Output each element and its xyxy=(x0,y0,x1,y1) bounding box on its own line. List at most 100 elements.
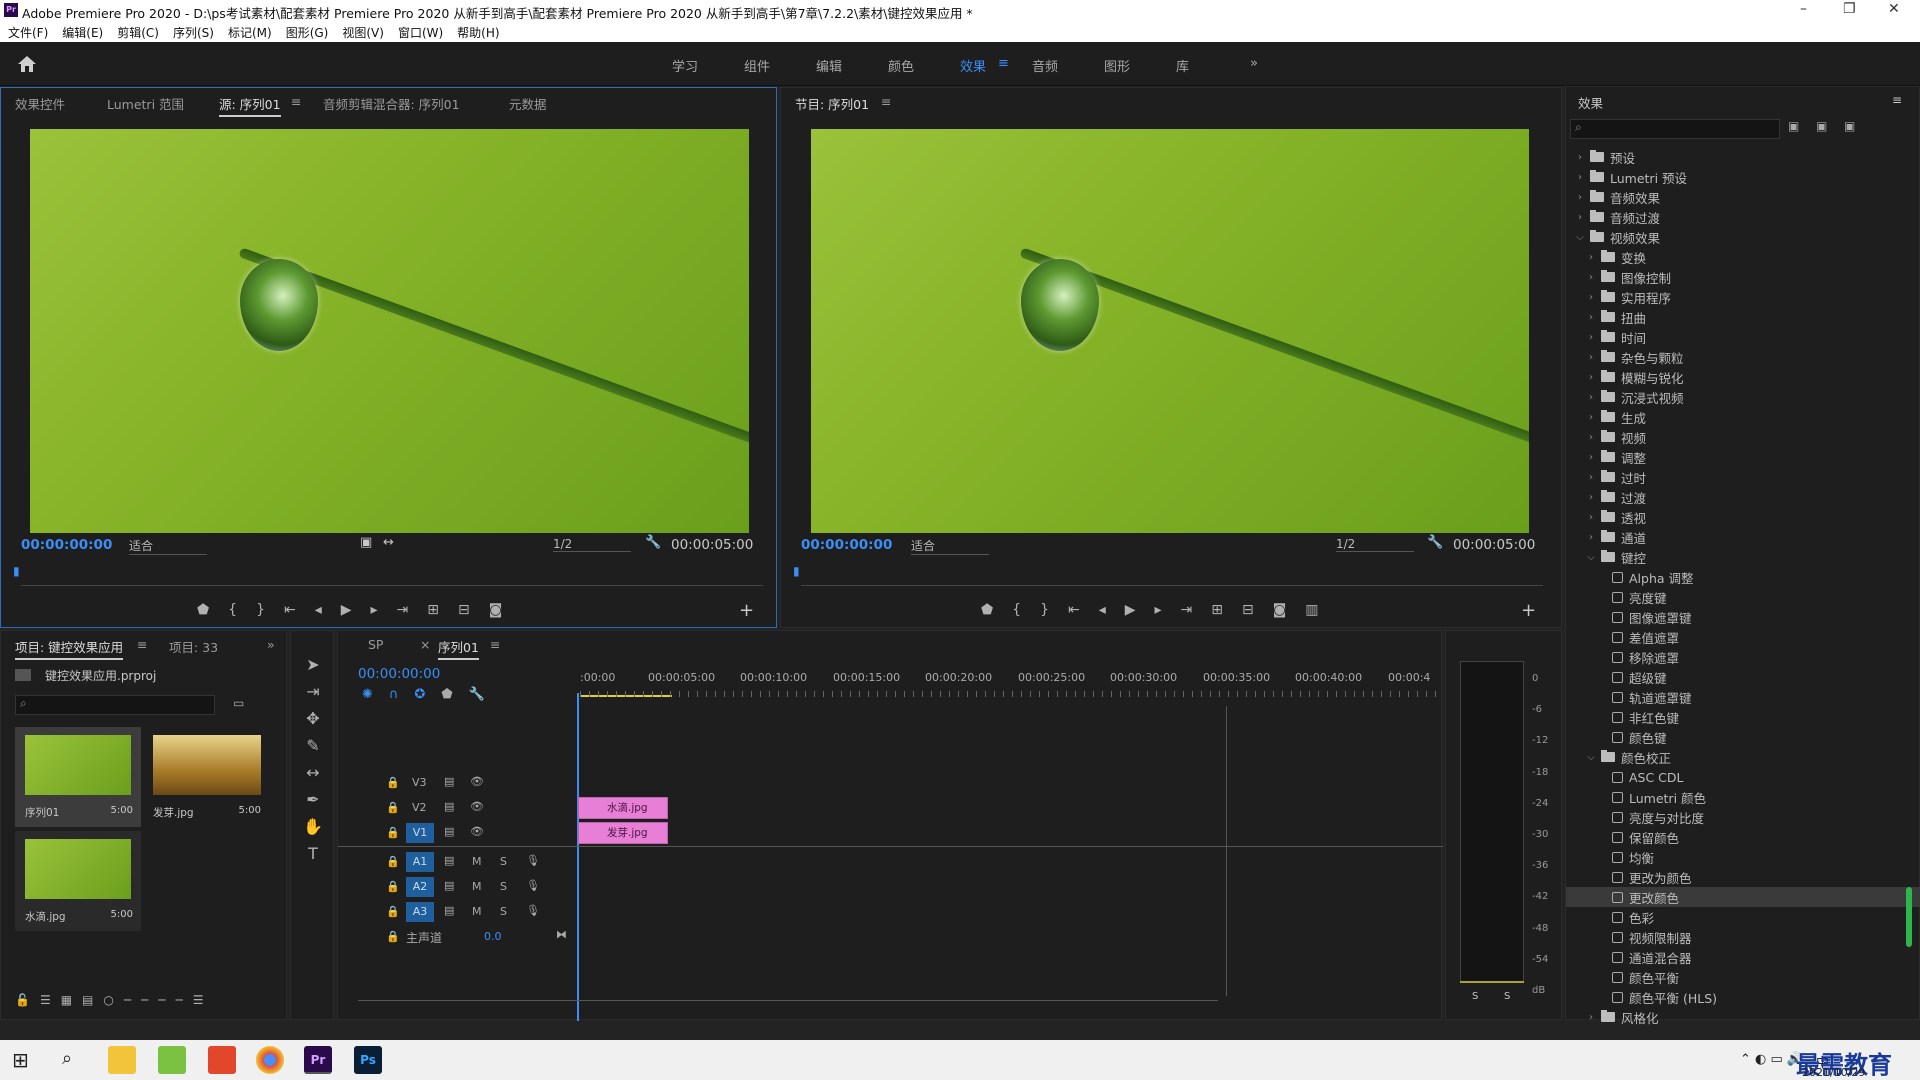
new-bin-icon[interactable]: ▭ xyxy=(233,696,244,710)
program-tab-menu-icon[interactable]: ≡ xyxy=(881,94,891,109)
workspace-libraries[interactable]: 库 xyxy=(1176,56,1189,75)
timeline-vertical-scrollbar[interactable] xyxy=(1226,706,1227,996)
effects-tree-item[interactable]: 差值遮罩 xyxy=(1566,627,1920,647)
program-playhead-icon[interactable]: ▮ xyxy=(793,564,800,578)
effects-tree-item[interactable]: Alpha 调整 xyxy=(1566,567,1920,587)
chevron-down-icon[interactable]: ⌵ xyxy=(1585,752,1597,763)
project-view-controls[interactable]: 🔓☰▦▤○────☰ xyxy=(15,993,214,1007)
effects-tree-item[interactable]: › 视频 xyxy=(1566,427,1920,447)
32bit-effects-icon[interactable]: ▣ xyxy=(1816,119,1827,133)
tab-source[interactable]: 源: 序列01 xyxy=(219,94,281,117)
meter-solo-right[interactable]: S xyxy=(1504,991,1510,1002)
menu-marker[interactable]: 标记(M) xyxy=(228,24,272,41)
effects-tree-item[interactable]: 亮度与对比度 xyxy=(1566,807,1920,827)
tab-timeline-sequence[interactable]: 序列01 xyxy=(438,637,479,660)
effects-tree-item[interactable]: › 杂色与颗粒 xyxy=(1566,347,1920,367)
effects-tree-item[interactable]: › 透视 xyxy=(1566,507,1920,527)
office-icon[interactable] xyxy=(208,1046,236,1074)
yuv-effects-icon[interactable]: ▣ xyxy=(1844,119,1855,133)
source-timecode[interactable]: 00:00:00:00 xyxy=(21,537,112,553)
chevron-right-icon[interactable]: › xyxy=(1585,432,1597,443)
menu-help[interactable]: 帮助(H) xyxy=(457,24,499,41)
chevron-right-icon[interactable]: › xyxy=(1574,172,1586,183)
effects-tree-item[interactable]: › 过时 xyxy=(1566,467,1920,487)
effects-tree-item[interactable]: › 变换 xyxy=(1566,247,1920,267)
effects-tree-item[interactable]: ⌵ 视频效果 xyxy=(1566,227,1920,247)
effects-tree-item[interactable]: › 生成 xyxy=(1566,407,1920,427)
program-fit-select[interactable]: 适合 xyxy=(911,537,989,555)
effects-tree-item[interactable]: 通道混合器 xyxy=(1566,947,1920,967)
effects-tree-item[interactable]: 轨道遮罩键 xyxy=(1566,687,1920,707)
chevron-right-icon[interactable]: › xyxy=(1585,512,1597,523)
chevron-right-icon[interactable]: › xyxy=(1585,252,1597,263)
effects-tree-item[interactable]: 颜色平衡 (HLS) xyxy=(1566,987,1920,1007)
chevron-right-icon[interactable]: › xyxy=(1585,312,1597,323)
program-timecode[interactable]: 00:00:00:00 xyxy=(801,537,892,553)
timeline-tool-icons[interactable]: ✺∩✪⬟🔧 xyxy=(362,687,501,702)
meter-solo-left[interactable]: S xyxy=(1472,991,1478,1002)
source-fit-select[interactable]: 适合 xyxy=(129,537,207,555)
menu-graphics[interactable]: 图形(G) xyxy=(286,24,329,41)
effects-tree-item[interactable]: 亮度键 xyxy=(1566,587,1920,607)
effects-search-input[interactable]: ⌕ xyxy=(1570,119,1780,139)
timeline-horizontal-scrollbar[interactable] xyxy=(358,1000,1218,1001)
menu-sequence[interactable]: 序列(S) xyxy=(173,24,214,41)
effects-tree-item[interactable]: › 调整 xyxy=(1566,447,1920,467)
chevron-right-icon[interactable]: › xyxy=(1585,332,1597,343)
workspace-editing[interactable]: 编辑 xyxy=(816,56,842,75)
chevron-right-icon[interactable]: › xyxy=(1585,492,1597,503)
chevron-right-icon[interactable]: › xyxy=(1585,452,1597,463)
maximize-button[interactable]: ❐ xyxy=(1843,1,1856,17)
timeline-tab-close-icon[interactable]: × xyxy=(420,637,430,652)
effects-tree-item[interactable]: › 模糊与锐化 xyxy=(1566,367,1920,387)
effects-tree-item[interactable]: 非红色键 xyxy=(1566,707,1920,727)
source-tab-menu-icon[interactable]: ≡ xyxy=(291,94,301,109)
search-icon[interactable]: ⌕ xyxy=(62,1048,72,1069)
tab-program[interactable]: 节目: 序列01 xyxy=(795,94,869,115)
timeline-timecode[interactable]: 00:00:00:00 xyxy=(358,666,440,682)
clip-waterdrop[interactable]: 水滴.jpg xyxy=(578,797,668,819)
effects-tree-item[interactable]: › 通道 xyxy=(1566,527,1920,547)
chevron-right-icon[interactable]: › xyxy=(1585,1012,1597,1023)
effects-tree-item[interactable]: › 预设 xyxy=(1566,147,1920,167)
chevron-right-icon[interactable]: › xyxy=(1585,272,1597,283)
source-wrench-icon[interactable]: 🔧 xyxy=(645,535,661,550)
effects-menu-icon[interactable]: ≡ xyxy=(1892,93,1902,107)
menu-clip[interactable]: 剪辑(C) xyxy=(117,24,159,41)
tab-metadata[interactable]: 元数据 xyxy=(509,94,547,113)
chevron-right-icon[interactable]: › xyxy=(1574,192,1586,203)
effects-tree-item[interactable]: 视频限制器 xyxy=(1566,927,1920,947)
effects-tree-item[interactable]: › 沉浸式视频 xyxy=(1566,387,1920,407)
chevron-right-icon[interactable]: › xyxy=(1585,372,1597,383)
timeline-tab-menu-icon[interactable]: ≡ xyxy=(490,637,500,652)
workspace-audio[interactable]: 音频 xyxy=(1032,56,1058,75)
menu-file[interactable]: 文件(F) xyxy=(8,24,48,41)
effects-tree-item[interactable]: › Lumetri 预设 xyxy=(1566,167,1920,187)
workspace-graphics[interactable]: 图形 xyxy=(1104,56,1130,75)
home-icon[interactable] xyxy=(16,54,38,74)
effects-scrollbar[interactable] xyxy=(1906,887,1912,947)
effects-tree-item[interactable]: › 时间 xyxy=(1566,327,1920,347)
menu-view[interactable]: 视图(V) xyxy=(342,24,384,41)
file-explorer-icon[interactable] xyxy=(108,1046,136,1074)
tab-timeline-sp[interactable]: SP xyxy=(368,637,383,652)
effects-tree-item[interactable]: 移除遮罩 xyxy=(1566,647,1920,667)
effects-tree-item[interactable]: 图像遮罩键 xyxy=(1566,607,1920,627)
source-transport-controls[interactable]: ⬟{}⇤◂▶▸⇥⊞⊟◙ xyxy=(197,602,521,618)
chevron-right-icon[interactable]: › xyxy=(1585,472,1597,483)
notes-app-icon[interactable] xyxy=(158,1046,186,1074)
effects-tree-item[interactable]: ⌵ 颜色校正 xyxy=(1566,747,1920,767)
project-item-sequence[interactable]: 序列01 5:00 xyxy=(15,727,141,827)
minimize-button[interactable]: – xyxy=(1800,1,1807,17)
workspace-effects-menu-icon[interactable]: ≡ xyxy=(998,56,1009,71)
tab-project-33[interactable]: 项目: 33 xyxy=(169,637,218,656)
chevron-right-icon[interactable]: › xyxy=(1574,212,1586,223)
chevron-down-icon[interactable]: ⌵ xyxy=(1585,552,1597,563)
effects-tree-item[interactable]: 颜色平衡 xyxy=(1566,967,1920,987)
program-transport-controls[interactable]: ⬟{}⇤◂▶▸⇥⊞⊟◙▥ xyxy=(981,602,1338,618)
project-tab-menu-icon[interactable]: ≡ xyxy=(137,637,147,652)
effects-tree-item[interactable]: › 过渡 xyxy=(1566,487,1920,507)
chevron-down-icon[interactable]: ⌵ xyxy=(1574,232,1586,243)
chrome-icon[interactable] xyxy=(256,1046,284,1074)
tab-project[interactable]: 项目: 键控效果应用 xyxy=(15,637,124,660)
